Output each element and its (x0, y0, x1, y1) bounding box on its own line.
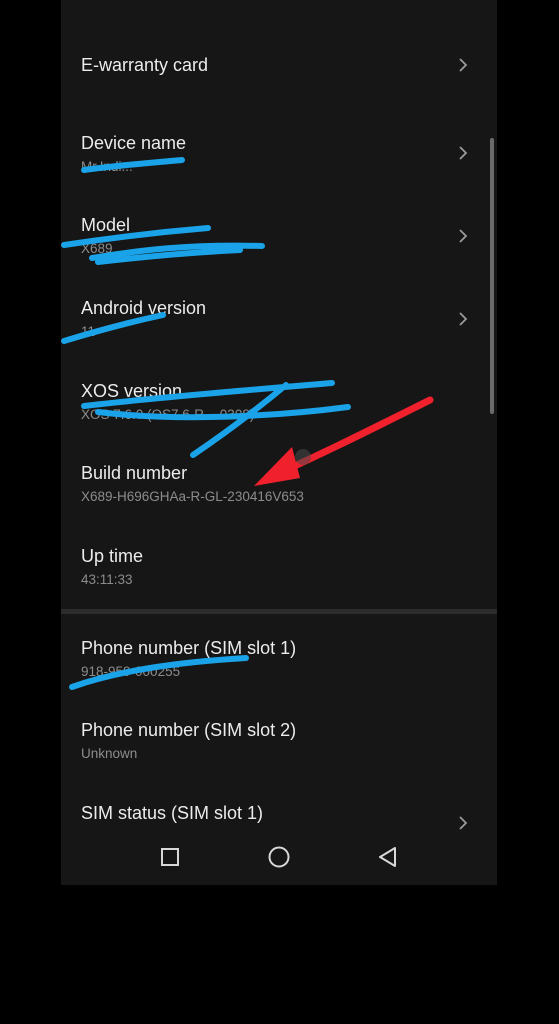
phone-number-sim2-item: Phone number (SIM slot 2) Unknown (61, 702, 497, 784)
model-title: Model (81, 215, 131, 235)
phone-number-sim1-value: 918-959-000255 (81, 664, 181, 679)
home-circle-icon[interactable] (264, 842, 294, 872)
chevron-right-icon (459, 58, 468, 72)
phone-number-sim2-title: Phone number (SIM slot 2) (81, 720, 297, 740)
build-number-value: X689-H696GHAa-R-GL-230416V653 (81, 489, 304, 504)
model-item[interactable]: Model X689 (61, 197, 497, 279)
settings-screen: E-warranty card Device name Mr.Indi... M… (61, 0, 497, 885)
e-warranty-card-item[interactable]: E-warranty card (61, 25, 497, 107)
chevron-right-icon (459, 146, 468, 160)
phone-number-sim1-item: Phone number (SIM slot 1) 918-959-000255 (61, 620, 497, 702)
model-value: X689 (81, 241, 113, 256)
phone-number-sim1-title: Phone number (SIM slot 1) (81, 638, 297, 658)
xos-version-value: XOS 7.6.0 (OS7.6-R-...0308) (81, 407, 255, 422)
xos-version-item[interactable]: XOS version XOS 7.6.0 (OS7.6-R-...0308) (61, 363, 497, 445)
navigation-bar (61, 830, 497, 885)
chevron-right-icon (459, 229, 468, 243)
up-time-value: 43:11:33 (81, 572, 133, 587)
up-time-item: Up time 43:11:33 (61, 528, 497, 610)
android-version-item[interactable]: Android version 11 (61, 280, 497, 362)
section-divider (61, 609, 497, 614)
chevron-right-icon (459, 312, 468, 326)
android-version-value: 11 (81, 324, 96, 339)
scrollbar[interactable] (490, 138, 494, 414)
phone-number-sim2-value: Unknown (81, 746, 138, 761)
e-warranty-card-title: E-warranty card (81, 55, 209, 75)
recents-square-icon[interactable] (155, 842, 185, 872)
build-number-title: Build number (81, 463, 188, 483)
device-name-item[interactable]: Device name Mr.Indi... (61, 115, 497, 197)
sim-status-sim1-title: SIM status (SIM slot 1) (81, 803, 264, 823)
up-time-title: Up time (81, 546, 144, 566)
device-name-value: Mr.Indi... (81, 159, 133, 174)
back-triangle-icon[interactable] (373, 842, 403, 872)
device-name-title: Device name (81, 133, 187, 153)
android-version-title: Android version (81, 298, 207, 318)
chevron-right-icon (459, 816, 468, 830)
xos-version-title: XOS version (81, 381, 183, 401)
build-number-item[interactable]: Build number X689-H696GHAa-R-GL-230416V6… (61, 445, 497, 527)
